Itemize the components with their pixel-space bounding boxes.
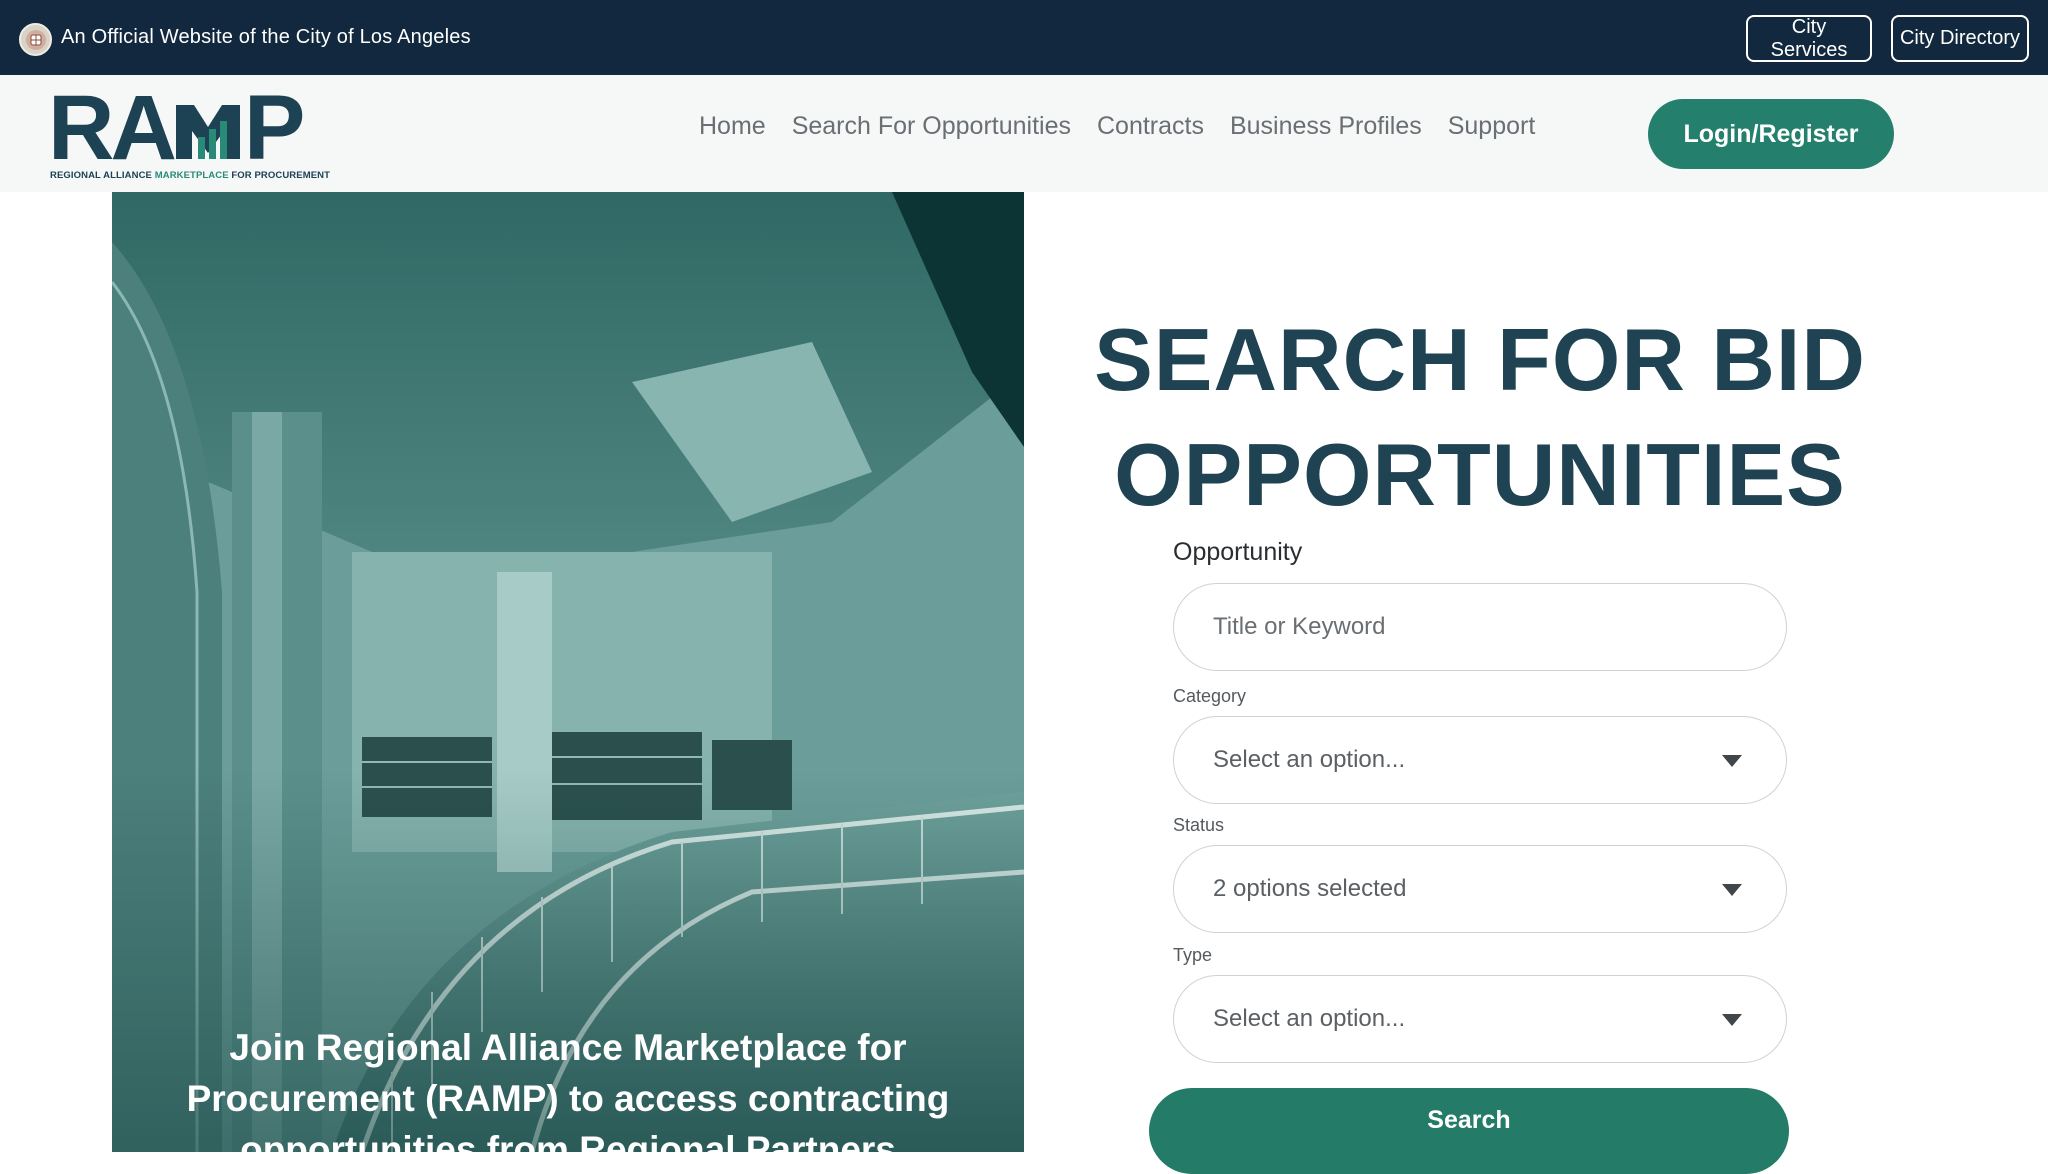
ramp-wordmark-icon: RA P [48,77,305,179]
chevron-down-icon [1722,1014,1742,1026]
type-select-value: Select an option... [1213,1005,1406,1032]
nav-item-search-opportunities[interactable]: Search For Opportunities [792,112,1071,141]
city-directory-button[interactable]: City Directory [1891,15,2029,62]
site-header: RA P REGIONAL ALLIANCE MARKETPLACE FOR P… [0,75,2048,192]
city-services-button[interactable]: City Services [1746,15,1872,62]
ramp-logo[interactable]: RA P REGIONAL ALLIANCE MARKETPLACE FOR P… [48,77,330,181]
opportunity-label: Opportunity [1173,538,1303,566]
official-site-text: An Official Website of the City of Los A… [61,26,471,48]
page-title-line-2: OPPORTUNITIES [1114,425,1846,524]
type-select[interactable]: Select an option... [1173,975,1787,1063]
nav-item-support[interactable]: Support [1448,112,1536,141]
search-button[interactable]: Search [1149,1088,1789,1174]
chevron-down-icon [1722,884,1742,896]
chevron-down-icon [1722,755,1742,767]
official-site-bar: An Official Website of the City of Los A… [0,0,2048,75]
category-label: Category [1173,686,1247,706]
category-select[interactable]: Select an option... [1173,716,1787,804]
status-label: Status [1173,815,1225,835]
logo-tagline: REGIONAL ALLIANCE MARKETPLACE FOR PROCUR… [50,170,331,181]
login-register-button[interactable]: Login/Register [1648,99,1894,169]
opportunity-field[interactable] [1173,583,1787,671]
svg-text:P: P [244,91,305,171]
svg-text:RA: RA [48,91,175,171]
type-label: Type [1173,945,1213,965]
nav-item-contracts[interactable]: Contracts [1097,112,1204,141]
status-select[interactable]: 2 options selected [1173,845,1787,933]
library-interior-image [112,192,1024,1152]
page-title: SEARCH FOR BID OPPORTUNITIES [1080,302,1880,532]
nav-item-business-profiles[interactable]: Business Profiles [1230,112,1422,141]
opportunity-search-input[interactable] [1213,613,1733,641]
city-seal-icon [19,23,52,56]
hero-image: Join Regional Alliance Marketplace for P… [112,192,1024,1152]
nav-item-home[interactable]: Home [699,112,766,141]
hero-caption: Join Regional Alliance Marketplace for P… [186,1027,950,1152]
status-select-value: 2 options selected [1213,875,1407,902]
category-select-value: Select an option... [1213,746,1406,773]
main-nav: Home Search For Opportunities Contracts … [699,112,1535,141]
page-title-line-1: SEARCH FOR BID [1094,310,1866,409]
